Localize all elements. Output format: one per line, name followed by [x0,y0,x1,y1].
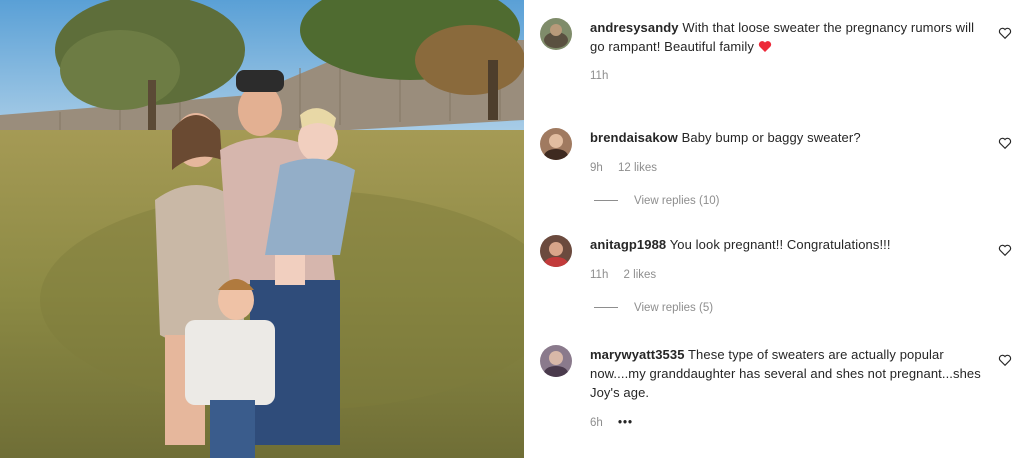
like-heart-icon[interactable] [998,243,1012,257]
comment-likes[interactable]: 12 likes [618,162,657,174]
avatar[interactable] [540,345,572,377]
like-heart-icon[interactable] [998,136,1012,150]
comment-username[interactable]: andresysandy [590,20,679,35]
replies-divider [594,200,618,202]
comment-text: marywyatt3535 These type of sweaters are… [590,345,985,402]
comment-likes[interactable]: 2 likes [624,269,657,281]
comment-time: 9h [590,162,603,174]
comment-username[interactable]: marywyatt3535 [590,347,685,362]
avatar[interactable] [540,128,572,160]
comment-body: Baby bump or baggy sweater? [681,130,861,145]
more-options-icon[interactable]: ••• [618,417,633,429]
family-photo-image [0,0,524,458]
like-heart-icon[interactable] [998,26,1012,40]
view-replies-label: View replies (10) [634,195,720,207]
comment-username[interactable]: brendaisakow [590,130,678,145]
like-heart-icon[interactable] [998,353,1012,367]
comment-body: You look pregnant!! Congratulations!!! [669,237,891,252]
replies-divider [594,307,618,309]
comment-time: 6h [590,417,603,429]
comment-text: andresysandy With that loose sweater the… [590,18,985,56]
comment-time: 11h [590,70,609,82]
comment-meta: 6h ••• [590,417,645,429]
comment-meta: 11h [590,70,620,82]
post-photo [0,0,524,458]
view-replies-button[interactable]: View replies (5) [594,302,713,314]
comment-username[interactable]: anitagp1988 [590,237,666,252]
comments-panel: andresysandy With that loose sweater the… [524,0,1024,458]
comment-meta: 9h 12 likes [590,162,669,174]
red-heart-emoji-icon [758,41,771,52]
comment-text: anitagp1988 You look pregnant!! Congratu… [590,235,985,254]
comment-time: 11h [590,269,609,281]
comment-meta: 11h 2 likes [590,269,668,281]
avatar[interactable] [540,235,572,267]
view-replies-label: View replies (5) [634,302,714,314]
avatar[interactable] [540,18,572,50]
view-replies-button[interactable]: View replies (10) [594,195,719,207]
comment-text: brendaisakow Baby bump or baggy sweater? [590,128,985,147]
